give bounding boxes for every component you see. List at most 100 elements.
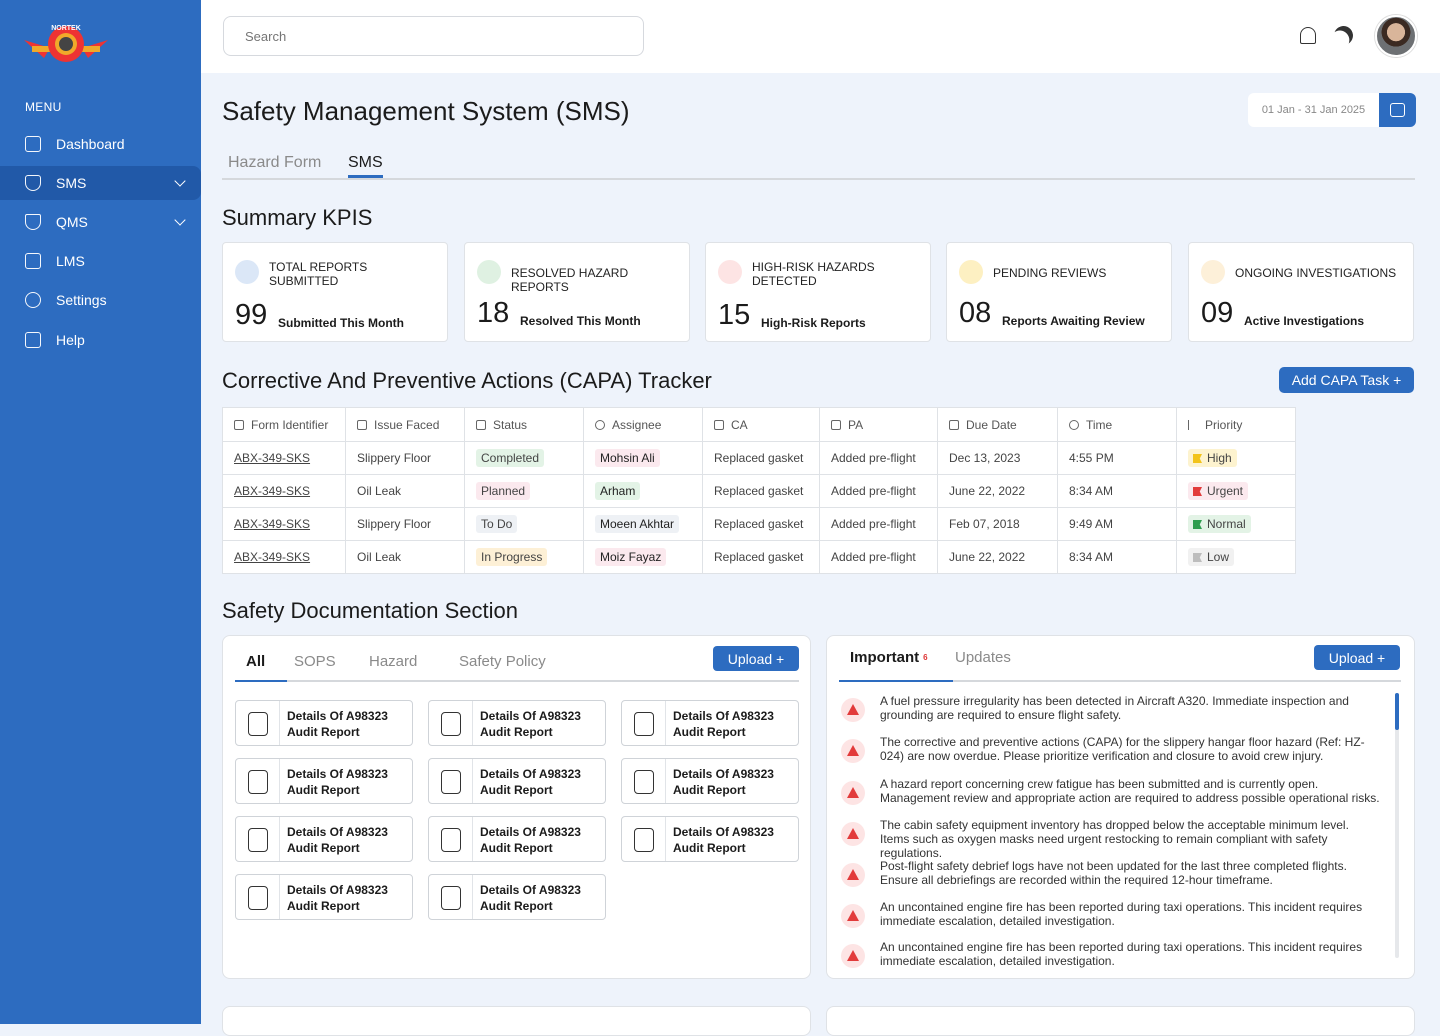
pa-cell: Added pre-flight xyxy=(819,474,938,508)
upload-button[interactable]: Upload + xyxy=(1314,645,1400,670)
document-icon xyxy=(429,701,473,745)
document-card[interactable]: Details Of A98323 Audit Report xyxy=(428,758,606,804)
help-24-icon xyxy=(25,332,41,348)
document-title: Details Of A98323 Audit Report xyxy=(287,825,388,855)
scrollbar-thumb[interactable] xyxy=(1395,693,1399,730)
column-header[interactable]: Priority xyxy=(1176,407,1296,442)
notice-text: The cabin safety equipment inventory has… xyxy=(880,818,1349,860)
flag-icon xyxy=(1193,454,1202,463)
tab-hazard-form[interactable]: Hazard Form xyxy=(228,154,321,172)
form-id-link[interactable]: ABX-349-SKS xyxy=(234,550,310,564)
bell-icon[interactable] xyxy=(1300,27,1316,44)
flag-icon xyxy=(1188,419,1198,430)
date-range-display[interactable]: 01 Jan - 31 Jan 2025 xyxy=(1248,93,1379,127)
sidebar-item-dashboard[interactable]: Dashboard xyxy=(0,127,201,161)
moon-icon[interactable] xyxy=(1331,23,1355,47)
assignee-chip: Arham xyxy=(595,482,641,500)
table-row[interactable]: ABX-349-SKS Oil Leak In Progress Moiz Fa… xyxy=(222,540,1296,574)
tab-all[interactable]: All xyxy=(246,653,265,670)
document-card[interactable]: Details Of A98323 Audit Report xyxy=(235,874,413,920)
sidebar: NORTEK MENU Dashboard SMS QMS LMS Settin… xyxy=(0,0,201,1024)
table-row[interactable]: ABX-349-SKS Slippery Floor To Do Moeen A… xyxy=(222,507,1296,541)
risk-matrix-card xyxy=(826,1006,1415,1036)
tab-hazard[interactable]: Hazard xyxy=(369,653,417,670)
menu-label: MENU xyxy=(25,100,62,114)
sidebar-item-label: QMS xyxy=(56,214,88,230)
column-header[interactable]: Assignee xyxy=(583,407,703,442)
form-id-link[interactable]: ABX-349-SKS xyxy=(234,517,310,531)
document-card[interactable]: Details Of A98323 Audit Report xyxy=(235,758,413,804)
kpi-value: 09 xyxy=(1201,297,1234,329)
alert-icon xyxy=(841,904,865,928)
alert-icon xyxy=(841,863,865,887)
document-card[interactable]: Details Of A98323 Audit Report xyxy=(235,700,413,746)
book-icon xyxy=(25,253,41,269)
add-capa-task-button[interactable]: Add CAPA Task + xyxy=(1279,367,1414,393)
document-card[interactable]: Details Of A98323 Audit Report xyxy=(621,758,799,804)
document-icon xyxy=(622,817,666,861)
notice-text: An uncontained engine fire has been repo… xyxy=(880,940,1363,968)
document-title: Details Of A98323 Audit Report xyxy=(287,767,388,797)
sidebar-item-help[interactable]: Help xyxy=(0,323,201,357)
sidebar-item-lms[interactable]: LMS xyxy=(0,244,201,278)
column-header[interactable]: CA xyxy=(702,407,820,442)
form-id-link[interactable]: ABX-349-SKS xyxy=(234,451,310,465)
calendar-button[interactable] xyxy=(1379,93,1416,127)
svg-text:NORTEK: NORTEK xyxy=(51,25,81,32)
document-title: Details Of A98323 Audit Report xyxy=(480,709,581,739)
tab-sms[interactable]: SMS xyxy=(348,154,383,178)
chevron-down-icon[interactable] xyxy=(174,214,186,226)
document-icon xyxy=(429,875,473,919)
form-id-link[interactable]: ABX-349-SKS xyxy=(234,484,310,498)
document-card[interactable]: Details Of A98323 Audit Report xyxy=(621,816,799,862)
column-header[interactable]: Status xyxy=(464,407,584,442)
tab-important[interactable]: Important 6 xyxy=(850,649,928,666)
time-cell: 9:49 AM xyxy=(1057,507,1177,541)
document-title: Details Of A98323 Audit Report xyxy=(673,825,774,855)
status-badge: To Do xyxy=(476,515,518,533)
nortek-logo[interactable]: NORTEK xyxy=(24,18,108,68)
sidebar-item-settings[interactable]: Settings xyxy=(0,283,201,317)
kpi-subtitle: High-Risk Reports xyxy=(761,316,866,330)
document-card[interactable]: Details Of A98323 Audit Report xyxy=(428,874,606,920)
table-row[interactable]: ABX-349-SKS Slippery Floor Completed Moh… xyxy=(222,441,1296,475)
column-header[interactable]: Due Date xyxy=(937,407,1058,442)
column-header[interactable]: PA xyxy=(819,407,938,442)
pa-cell: Added pre-flight xyxy=(819,507,938,541)
column-header[interactable]: Time xyxy=(1057,407,1177,442)
time-cell: 4:55 PM xyxy=(1057,441,1177,475)
tab-updates[interactable]: Updates xyxy=(955,649,1011,666)
avatar[interactable] xyxy=(1375,15,1417,57)
check-circle-icon xyxy=(477,260,501,284)
upload-button[interactable]: Upload + xyxy=(713,646,799,671)
kpi-heading: Summary KPIS xyxy=(222,205,373,230)
docs-heading: Safety Documentation Section xyxy=(222,598,518,623)
tab-sops[interactable]: SOPS xyxy=(294,653,336,670)
hand-icon xyxy=(831,419,841,430)
document-icon xyxy=(235,260,259,284)
shield-icon xyxy=(25,175,41,191)
notice-text: Post-flight safety debrief logs have not… xyxy=(880,859,1347,887)
column-header[interactable]: Issue Faced xyxy=(345,407,465,442)
timer-icon xyxy=(1069,419,1079,430)
due-date-cell: June 22, 2022 xyxy=(937,540,1058,574)
document-icon xyxy=(236,701,280,745)
document-card[interactable]: Details Of A98323 Audit Report xyxy=(235,816,413,862)
scrollbar-track[interactable] xyxy=(1395,693,1399,958)
risk-matrix-card xyxy=(222,1006,811,1036)
sidebar-item-sms[interactable]: SMS xyxy=(0,166,201,200)
table-row[interactable]: ABX-349-SKS Oil Leak Planned Arham Repla… xyxy=(222,474,1296,508)
kpi-title: HIGH-RISK HAZARDS DETECTED xyxy=(752,260,875,288)
notice-text: An uncontained engine fire has been repo… xyxy=(880,900,1363,928)
sidebar-item-qms[interactable]: QMS xyxy=(0,205,201,239)
document-card[interactable]: Details Of A98323 Audit Report xyxy=(428,816,606,862)
chevron-down-icon[interactable] xyxy=(174,175,186,187)
due-date-cell: Dec 13, 2023 xyxy=(937,441,1058,475)
search-input[interactable] xyxy=(223,16,644,56)
document-card[interactable]: Details Of A98323 Audit Report xyxy=(621,700,799,746)
notice-text: The corrective and preventive actions (C… xyxy=(880,735,1365,763)
kpi-title: RESOLVED HAZARD REPORTS xyxy=(511,266,629,294)
document-card[interactable]: Details Of A98323 Audit Report xyxy=(428,700,606,746)
tab-safety-policy[interactable]: Safety Policy xyxy=(459,653,546,670)
column-header[interactable]: Form Identifier xyxy=(222,407,346,442)
